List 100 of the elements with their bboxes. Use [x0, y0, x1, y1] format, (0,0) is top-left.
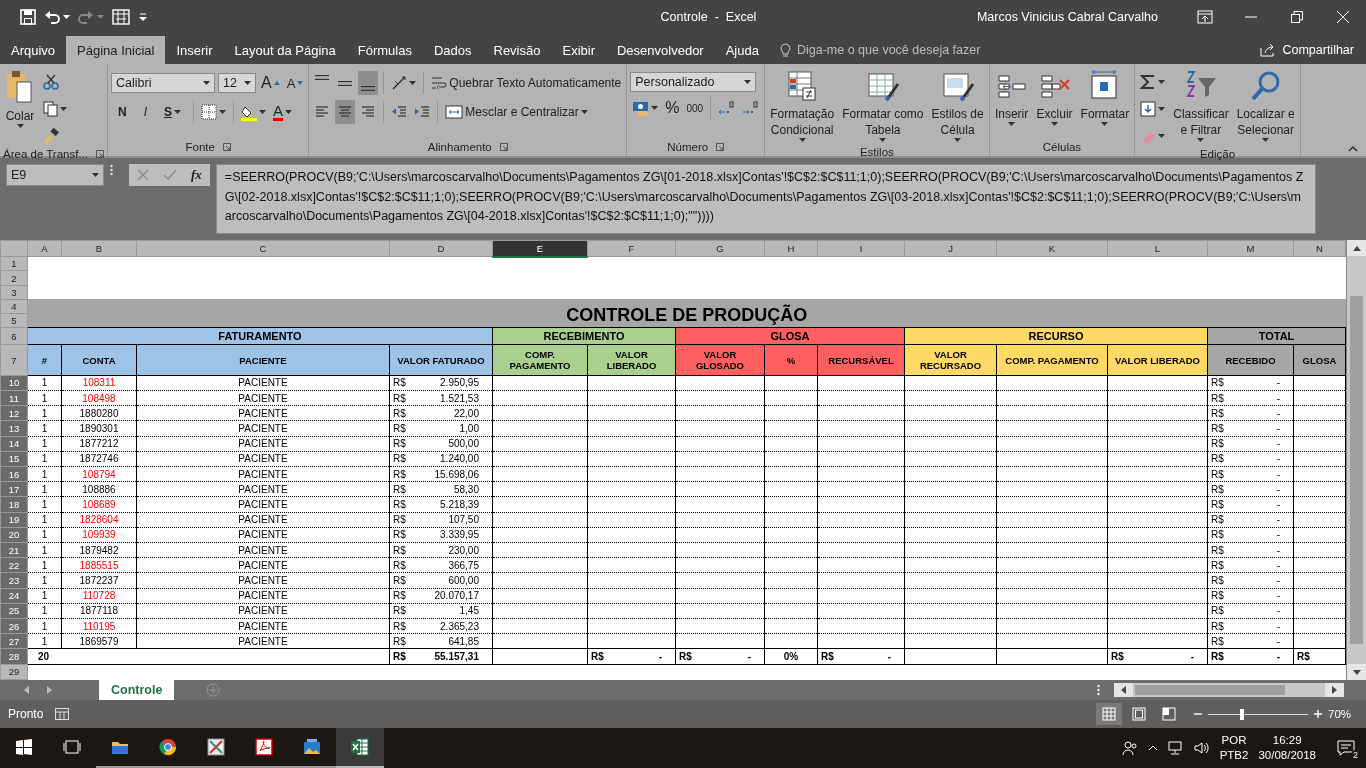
dialog-launcher-icon[interactable] [499, 143, 508, 151]
ribbon-tab[interactable]: Layout da Página [223, 36, 347, 64]
column-header[interactable]: C [136, 240, 390, 257]
find-select-button[interactable]: Localizar e Selecionar [1234, 70, 1297, 146]
grow-font-button[interactable]: A [259, 71, 282, 95]
column-header[interactable]: B [61, 240, 137, 257]
column-header[interactable]: A [27, 240, 62, 257]
shrink-font-button[interactable]: A [284, 71, 306, 95]
dialog-launcher-icon[interactable] [222, 143, 231, 151]
network-icon[interactable] [1167, 741, 1184, 755]
more-options-icon[interactable] [1097, 684, 1100, 696]
vertical-align-button[interactable] [358, 71, 379, 95]
slider-thumb[interactable] [1240, 708, 1244, 720]
previous-sheet-icon[interactable] [24, 686, 29, 694]
ribbon-tab[interactable]: Dados [422, 36, 483, 64]
font-size-dropdown[interactable]: 12 [218, 73, 256, 93]
cell-styles-button[interactable]: Estilos de Célula [929, 70, 986, 146]
italic-button[interactable]: I [136, 100, 155, 124]
clock-time[interactable]: 16:29 [1272, 733, 1302, 748]
scroll-right-button[interactable] [1325, 683, 1344, 697]
amount: - [1276, 514, 1280, 526]
people-icon[interactable] [1121, 740, 1138, 756]
font-color-button[interactable]: A [271, 100, 295, 124]
column-header[interactable]: J [904, 240, 997, 257]
column-header[interactable]: H [764, 240, 818, 257]
merge-center-button[interactable]: Mesclar e Centralizar [443, 100, 590, 124]
search-field[interactable]: Diga-me o que você deseja fazer [796, 43, 981, 57]
collapse-ribbon-icon[interactable] [1348, 146, 1358, 152]
column-header[interactable]: E [492, 240, 588, 257]
ribbon-tab[interactable]: Página Inicial [66, 36, 166, 64]
font-name-dropdown[interactable]: Calibri [111, 73, 215, 93]
ribbon-tab[interactable]: Arquivo [0, 36, 67, 64]
dialog-launcher-icon[interactable] [96, 150, 104, 158]
bold-button[interactable]: N [111, 100, 134, 124]
dialog-launcher-icon[interactable] [716, 143, 725, 151]
column-heading: PACIENTE [136, 344, 390, 376]
caret-icon [580, 110, 588, 114]
table-format-button[interactable]: Formatar como Tabela [840, 70, 926, 146]
clock-date[interactable]: 30/08/2018 [1258, 748, 1316, 763]
column-header[interactable]: F [587, 240, 676, 257]
taskbar-app[interactable] [336, 728, 384, 768]
wrap-text-button[interactable]: Quebrar Texto Automaticamente [429, 71, 624, 95]
sheet-tab[interactable]: Controle [99, 680, 175, 700]
column-header[interactable]: M [1207, 240, 1294, 257]
ribbon-tab[interactable]: Exibir [551, 36, 606, 64]
amount: - [1276, 605, 1280, 617]
scroll-left-button[interactable] [1114, 683, 1133, 697]
language-indicator[interactable]: POR [1221, 733, 1247, 748]
column-header[interactable]: L [1107, 240, 1208, 257]
scroll-down-button[interactable] [1347, 664, 1366, 680]
column-header[interactable]: I [817, 240, 905, 257]
more-options-icon[interactable] [110, 164, 113, 176]
zoom-out-icon[interactable] [1194, 710, 1202, 718]
insert-function-button[interactable]: fx [191, 167, 202, 183]
cells-button[interactable]: Excluir [1034, 70, 1075, 130]
ribbon-tab[interactable]: Fórmulas [346, 36, 423, 64]
column-header[interactable]: K [996, 240, 1108, 257]
name-box[interactable]: E9 [6, 164, 104, 186]
scrollbar-thumb[interactable] [1135, 685, 1285, 695]
ribbon-tab[interactable]: Ajuda [714, 36, 770, 64]
formula-field[interactable]: =SEERRO(PROCV(B9;'C:\Users\marcoscarvalho\Documents\Pagamentos ZG\[01-2018.xlsx]Contas'!$C$2:$C$11;1;0);SEERRO(PROCV(B9;'C:\Users\marcoscarvalho\Documents\Pagamentos ZG\[02-2018.xlsx]Contas'!$C$2:$C$11;1;0);SEERRO(PROCV(B9;'C:\Users\marcoscarvalho\Documents\Pagamentos ZG\[03-2018.xlsx]Contas'!$C$2:$C$11;1;0);SEERRO(PROCV(B9;'C:\Users\marcoscarvalho\Documents\Pagamentos ZG\[04-2018.xlsx]Contas'!$C$2:$C$11;1;0);"")))) [215, 164, 1316, 234]
left-arrow-icon [1121, 686, 1126, 694]
column-header[interactable]: N [1293, 240, 1346, 257]
scrollbar-thumb[interactable] [1350, 296, 1363, 644]
group-header: GLOSA [675, 327, 905, 345]
next-sheet-icon[interactable] [47, 686, 52, 694]
ribbon-tab[interactable]: Revisão [482, 36, 552, 64]
redo-icon[interactable] [78, 10, 94, 24]
save-icon[interactable] [20, 9, 36, 25]
cells-button[interactable]: Formatar [1078, 70, 1132, 130]
undo-icon[interactable] [44, 10, 60, 24]
column-header[interactable]: G [675, 240, 765, 257]
account-number: 108498 [82, 392, 116, 404]
scroll-up-button[interactable] [1347, 240, 1366, 256]
column-header[interactable]: D [389, 240, 493, 257]
paste-button[interactable]: Colar [3, 70, 37, 132]
volume-icon[interactable] [1193, 741, 1210, 755]
fill-icon [1140, 101, 1157, 117]
cells-button[interactable]: Inserir [992, 70, 1031, 130]
sort-filter-button[interactable]: Classificar e Filtrar [1171, 70, 1231, 146]
view-button[interactable] [1096, 703, 1122, 725]
conditional-format-button[interactable]: Formatação Condicional [768, 70, 837, 146]
amount: 2.950,95 [440, 377, 479, 389]
underline-button[interactable]: S [157, 100, 189, 124]
keyboard-layout[interactable]: PTB2 [1219, 748, 1249, 763]
show-hidden-icon[interactable] [1147, 745, 1158, 751]
ribbon-tab[interactable]: Inserir [165, 36, 224, 64]
ribbon-tab[interactable]: Desenvolvedor [606, 36, 715, 64]
horizontal-align-button[interactable] [335, 100, 356, 124]
percent-button[interactable]: % [663, 96, 682, 120]
row-number[interactable]: 7 [0, 344, 28, 376]
share-button[interactable]: Compartilhar [1254, 36, 1360, 64]
thousands-separator-button[interactable]: 000 [684, 96, 706, 120]
number-format-dropdown[interactable]: Personalizado [630, 72, 757, 92]
horizontal-align-icon [314, 104, 331, 120]
zoom-level[interactable]: 70% [1328, 708, 1358, 720]
customize-icon[interactable] [138, 12, 148, 22]
macro-recording-icon[interactable] [55, 708, 70, 720]
zoom-in-icon[interactable] [1314, 710, 1322, 718]
notification-icon[interactable] [1337, 740, 1355, 756]
